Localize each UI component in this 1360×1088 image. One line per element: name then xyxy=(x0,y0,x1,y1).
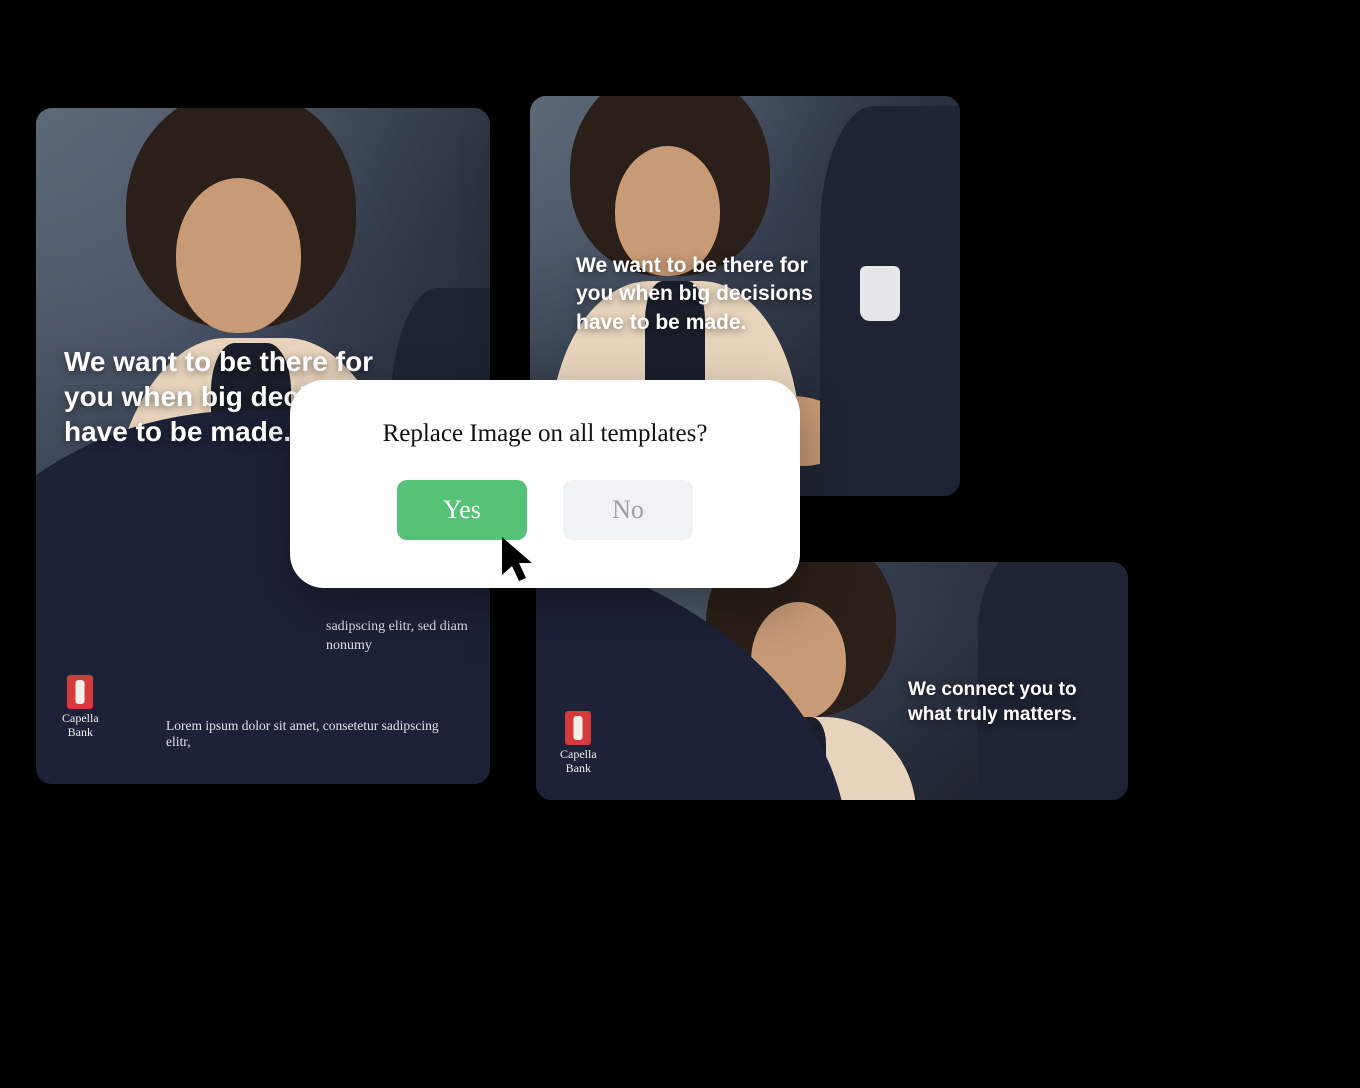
confirm-dialog: Replace Image on all templates? Yes No xyxy=(290,380,800,588)
logo-icon xyxy=(565,711,591,745)
brand-block: Capella Bank xyxy=(560,711,597,776)
brand-name: Capella Bank xyxy=(62,712,99,740)
footer-copy: Lorem ipsum dolor sit amet, consetetur s… xyxy=(166,718,464,750)
logo-icon xyxy=(67,675,93,709)
brand-block: Capella Bank xyxy=(62,675,99,740)
headline-text: We connect you to what truly matters. xyxy=(908,678,1098,727)
headline-text: We want to be there for you when big dec… xyxy=(576,252,840,337)
brand-name: Capella Bank xyxy=(560,748,597,776)
dialog-button-row: Yes No xyxy=(338,480,752,540)
body-copy: sadipscing elitr, sed diam nonumy xyxy=(326,618,476,656)
template-card-banner[interactable]: Capella Bank We connect you to what trul… xyxy=(536,562,1128,800)
no-button[interactable]: No xyxy=(563,480,693,540)
dialog-title: Replace Image on all templates? xyxy=(338,420,752,448)
canvas: We want to be there for you when big dec… xyxy=(0,0,1360,1088)
yes-button[interactable]: Yes xyxy=(397,480,527,540)
